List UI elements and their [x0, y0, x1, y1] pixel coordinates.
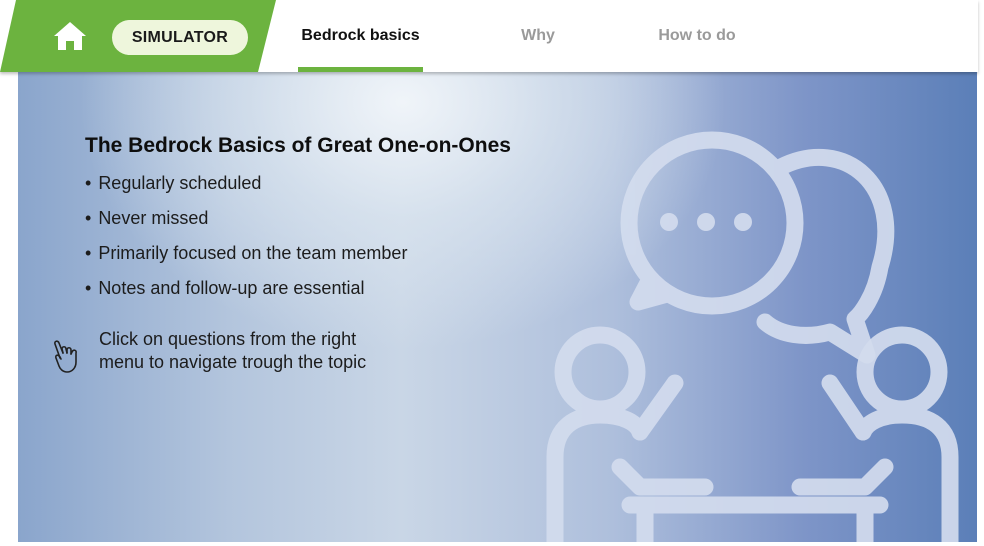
bullet-list: Regularly scheduled Never missed Primari…	[85, 170, 407, 310]
top-navigation-bar: SIMULATOR Bedrock basics Why How to do	[0, 0, 978, 72]
hint-line-1: Click on questions from the right	[99, 329, 357, 349]
page-title: The Bedrock Basics of Great One-on-Ones	[85, 134, 511, 157]
hint-line-2: menu to navigate trough the topic	[99, 352, 367, 372]
bullet-item: Notes and follow-up are essential	[85, 275, 407, 310]
tab-why[interactable]: Why	[498, 0, 578, 72]
home-button[interactable]	[50, 18, 90, 54]
home-icon	[54, 22, 86, 50]
pointing-hand-icon	[54, 340, 77, 373]
navigation-hint: Click on questions from the right menu t…	[99, 328, 479, 374]
tab-how-to-do[interactable]: How to do	[644, 0, 750, 72]
brand-block: SIMULATOR	[0, 0, 276, 72]
tab-bedrock-basics[interactable]: Bedrock basics	[298, 0, 423, 72]
content-panel: The Bedrock Basics of Great One-on-Ones …	[18, 72, 977, 542]
bullet-item: Never missed	[85, 205, 407, 240]
one-on-one-meeting-icon	[546, 131, 959, 542]
bullet-item: Primarily focused on the team member	[85, 240, 407, 275]
bullet-item: Regularly scheduled	[85, 170, 407, 205]
active-tab-indicator	[298, 67, 423, 72]
simulator-button[interactable]: SIMULATOR	[112, 20, 248, 55]
